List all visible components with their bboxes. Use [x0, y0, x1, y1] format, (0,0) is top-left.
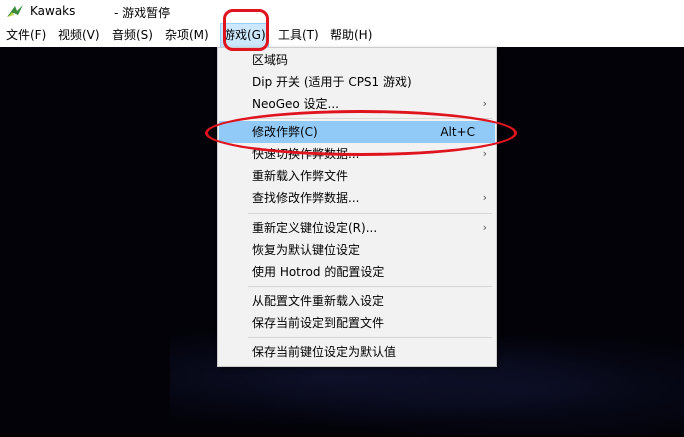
window-title-state: - 游戏暂停 [114, 6, 171, 20]
annotation-circle-game-menu [223, 9, 269, 51]
menu-separator [248, 337, 492, 338]
menu-help[interactable]: 帮助(H) [328, 24, 374, 47]
menu-item-save-config[interactable]: 保存当前设定到配置文件 [219, 312, 495, 334]
menu-item-restore-default-keys[interactable]: 恢复为默认键位设定 [219, 239, 495, 261]
menu-bar: 文件(F) 视频(V) 音频(S) 杂项(M) 游戏(G) 工具(T) 帮助(H… [0, 23, 684, 48]
window-title-app: Kawaks [30, 4, 76, 18]
chevron-right-icon: › [482, 97, 487, 110]
menu-item-reload-cheat-file[interactable]: 重新载入作弊文件 [219, 165, 495, 187]
chevron-right-icon: › [482, 191, 487, 204]
menu-item-dip-switch[interactable]: Dip 开关 (适用于 CPS1 游戏) [219, 71, 495, 93]
menu-item-search-cheat-data[interactable]: 查找修改作弊数据... › [219, 187, 495, 209]
menu-tools[interactable]: 工具(T) [276, 24, 321, 47]
menu-file[interactable]: 文件(F) [4, 24, 48, 47]
menu-video[interactable]: 视频(V) [56, 24, 102, 47]
menu-item-region-code[interactable]: 区域码 [219, 49, 495, 71]
menu-audio[interactable]: 音频(S) [110, 24, 155, 47]
menu-separator [248, 286, 492, 287]
menu-item-use-hotrod-config[interactable]: 使用 Hotrod 的配置设定 [219, 261, 495, 283]
menu-item-save-keys-default[interactable]: 保存当前键位设定为默认值 [219, 341, 495, 363]
menu-misc[interactable]: 杂项(M) [163, 24, 211, 47]
menu-item-reload-config[interactable]: 从配置文件重新载入设定 [219, 290, 495, 312]
annotation-circle-modify-cheat [205, 110, 517, 156]
game-menu-dropdown: 区域码 Dip 开关 (适用于 CPS1 游戏) NeoGeo 设定... › … [217, 47, 497, 367]
menu-separator [248, 213, 492, 214]
title-bar: Kawaks - 游戏暂停 [0, 0, 684, 24]
chevron-right-icon: › [482, 221, 487, 234]
menu-item-redefine-keys[interactable]: 重新定义键位设定(R)... › [219, 217, 495, 239]
kawaks-bird-icon [7, 5, 23, 17]
